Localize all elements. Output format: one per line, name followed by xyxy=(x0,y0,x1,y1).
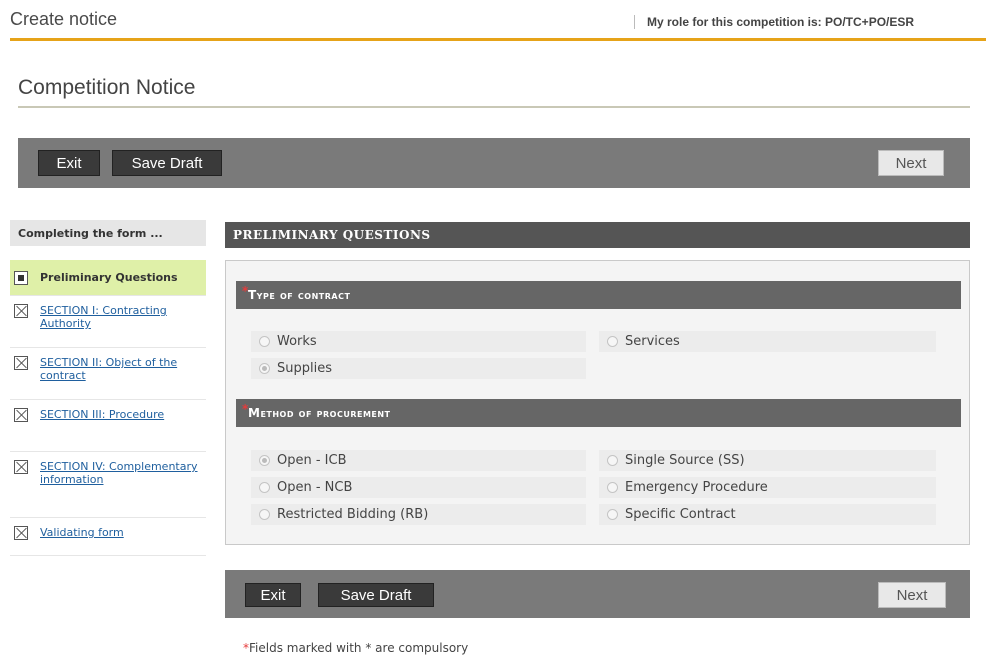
option-label: Emergency Procedure xyxy=(625,480,768,495)
sidebar-item-section-iii[interactable]: SECTION III: Procedure xyxy=(10,400,206,452)
option-services[interactable]: Services xyxy=(599,331,936,352)
sidebar-item-preliminary-questions[interactable]: Preliminary Questions xyxy=(10,260,206,296)
exit-button[interactable]: Exit xyxy=(245,583,301,607)
header-divider xyxy=(10,38,986,41)
radio-button[interactable] xyxy=(259,509,270,520)
next-button[interactable]: Next xyxy=(878,150,944,176)
page-title-divider xyxy=(18,106,970,108)
option-supplies[interactable]: Supplies xyxy=(251,358,586,379)
preliminary-questions-panel: * Type of contract Works Services Suppli… xyxy=(225,260,970,545)
sidebar-item-link[interactable]: SECTION III: Procedure xyxy=(40,408,164,421)
incomplete-icon xyxy=(14,526,28,540)
required-marker: * xyxy=(242,402,249,416)
sidebar-item-label: Preliminary Questions xyxy=(40,271,178,284)
save-draft-button[interactable]: Save Draft xyxy=(318,583,434,607)
bottom-toolbar: Exit Save Draft Next xyxy=(225,570,970,618)
option-open-icb[interactable]: Open - ICB xyxy=(251,450,586,471)
sidebar-item-section-ii[interactable]: SECTION II: Object of the contract xyxy=(10,348,206,400)
sidebar-item-section-iv[interactable]: SECTION IV: Complementary information xyxy=(10,452,206,518)
option-label: Supplies xyxy=(277,361,332,376)
option-label: Open - ICB xyxy=(277,453,347,468)
form-progress-sidebar: Completing the form ... Preliminary Ques… xyxy=(10,220,206,556)
incomplete-icon xyxy=(14,304,28,318)
type-of-contract-header: * Type of contract xyxy=(236,281,961,309)
radio-button-selected[interactable] xyxy=(259,363,270,374)
sidebar-item-section-i[interactable]: SECTION I: Contracting Authority xyxy=(10,296,206,348)
exit-button[interactable]: Exit xyxy=(38,150,100,176)
option-open-ncb[interactable]: Open - NCB xyxy=(251,477,586,498)
option-label: Open - NCB xyxy=(277,480,353,495)
sidebar-item-link[interactable]: SECTION IV: Complementary information xyxy=(40,460,198,486)
radio-button[interactable] xyxy=(607,482,618,493)
incomplete-icon xyxy=(14,408,28,422)
method-of-procurement-header: * Method of procurement xyxy=(236,399,961,427)
top-toolbar: Exit Save Draft Next xyxy=(18,138,970,188)
option-restricted-bidding[interactable]: Restricted Bidding (RB) xyxy=(251,504,586,525)
sidebar-item-link[interactable]: SECTION I: Contracting Authority xyxy=(40,304,167,330)
option-label: Services xyxy=(625,334,680,349)
option-works[interactable]: Works xyxy=(251,331,586,352)
incomplete-icon xyxy=(14,460,28,474)
radio-button-selected[interactable] xyxy=(259,455,270,466)
option-single-source[interactable]: Single Source (SS) xyxy=(599,450,936,471)
radio-button[interactable] xyxy=(259,336,270,347)
sidebar-item-link[interactable]: SECTION II: Object of the contract xyxy=(40,356,177,382)
footnote-text: Fields marked with * are compulsory xyxy=(249,641,469,655)
required-marker: * xyxy=(242,284,249,298)
sidebar-item-validating-form[interactable]: Validating form xyxy=(10,518,206,556)
option-emergency-procedure[interactable]: Emergency Procedure xyxy=(599,477,936,498)
option-label: Specific Contract xyxy=(625,507,736,522)
section-label: Type of contract xyxy=(248,288,351,302)
incomplete-icon xyxy=(14,356,28,370)
option-label: Restricted Bidding (RB) xyxy=(277,507,429,522)
radio-button[interactable] xyxy=(259,482,270,493)
radio-button[interactable] xyxy=(607,455,618,466)
section-label: Method of procurement xyxy=(248,406,391,420)
page-title: Competition Notice xyxy=(18,76,196,99)
compulsory-fields-note: *Fields marked with * are compulsory xyxy=(243,641,468,655)
option-label: Single Source (SS) xyxy=(625,453,745,468)
top-bar: Create notice My role for this competiti… xyxy=(0,0,986,42)
next-button[interactable]: Next xyxy=(878,582,946,608)
sidebar-item-link[interactable]: Validating form xyxy=(40,526,124,539)
role-indicator: My role for this competition is: PO/TC+P… xyxy=(634,15,914,29)
sidebar-heading: Completing the form ... xyxy=(10,220,206,246)
save-draft-button[interactable]: Save Draft xyxy=(112,150,222,176)
option-specific-contract[interactable]: Specific Contract xyxy=(599,504,936,525)
current-step-icon xyxy=(14,271,28,285)
radio-button[interactable] xyxy=(607,509,618,520)
radio-button[interactable] xyxy=(607,336,618,347)
option-label: Works xyxy=(277,334,317,349)
app-title: Create notice xyxy=(10,9,118,29)
panel-title: PRELIMINARY QUESTIONS xyxy=(225,222,970,248)
